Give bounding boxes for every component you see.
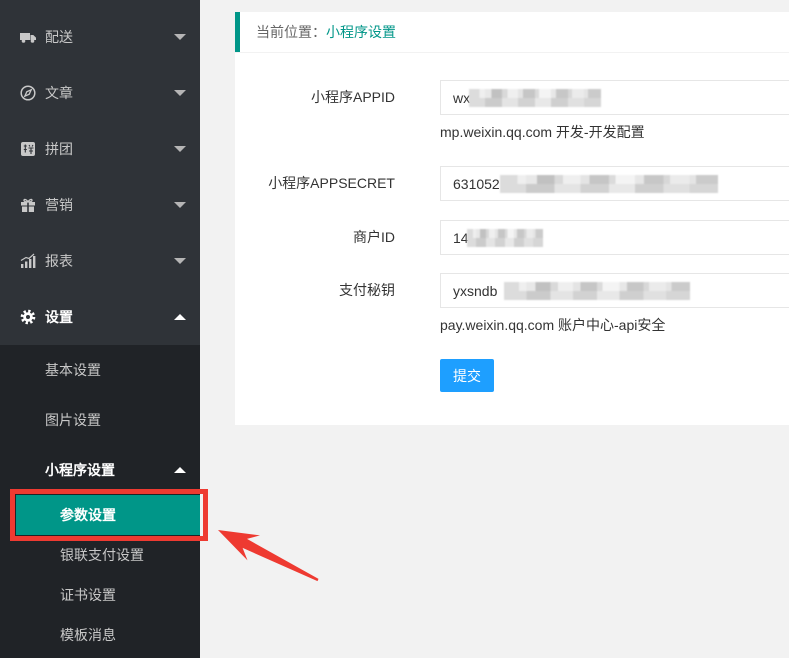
submit-button[interactable]: 提交: [440, 359, 494, 392]
sidebar-item-label: 文章: [45, 85, 73, 101]
chevron-down-icon: [174, 258, 186, 264]
truck-icon: [20, 29, 36, 45]
chevron-down-icon: [174, 90, 186, 96]
merchant-id-input[interactable]: [440, 220, 789, 255]
appsecret-field: [440, 166, 789, 201]
sidebar-item-label: 小程序设置: [45, 462, 115, 478]
sidebar: 配送 文章 拼团 营销 报表 设置 基本设置 图片设置 小程序设置 参数设置 银…: [0, 0, 200, 658]
breadcrumb: 当前位置：小程序设置: [235, 12, 789, 52]
sidebar-item-parameter-settings[interactable]: 参数设置: [0, 495, 200, 535]
chevron-up-icon: [174, 467, 186, 473]
sidebar-item-image-settings[interactable]: 图片设置: [0, 395, 200, 445]
appid-field: [440, 80, 789, 115]
main-content: 当前位置：小程序设置 小程序APPID mp.weixin.qq.com 开发-…: [200, 0, 789, 658]
sidebar-item-basic-settings[interactable]: 基本设置: [0, 345, 200, 395]
appsecret-label: 小程序APPSECRET: [268, 175, 395, 191]
miniprogram-settings-form: 小程序APPID mp.weixin.qq.com 开发-开发配置 小程序APP…: [235, 53, 789, 425]
payment-key-input[interactable]: [440, 273, 789, 308]
sidebar-item-articles[interactable]: 文章: [0, 65, 200, 121]
merchant-id-label: 商户ID: [353, 229, 395, 245]
appid-help-text: mp.weixin.qq.com 开发-开发配置: [440, 124, 645, 140]
merchant-id-field: [440, 220, 789, 255]
payment-key-help-text: pay.weixin.qq.com 账户中心-api安全: [440, 317, 666, 333]
chevron-down-icon: [174, 202, 186, 208]
appsecret-input[interactable]: [440, 166, 789, 201]
sidebar-item-reports[interactable]: 报表: [0, 233, 200, 289]
breadcrumb-current[interactable]: 小程序设置: [326, 24, 396, 40]
sidebar-item-label: 营销: [45, 197, 73, 213]
appid-label: 小程序APPID: [310, 89, 395, 105]
appid-input[interactable]: [440, 80, 789, 115]
sidebar-item-settings[interactable]: 设置: [0, 289, 200, 345]
sidebar-item-template-messages[interactable]: 模板消息: [0, 615, 200, 655]
chart-icon: [20, 253, 36, 269]
chevron-down-icon: [174, 146, 186, 152]
gift-icon: [20, 197, 36, 213]
group-buy-icon: [20, 141, 36, 157]
sidebar-item-marketing[interactable]: 营销: [0, 177, 200, 233]
sidebar-item-label: 设置: [45, 309, 73, 325]
settings-submenu: 基本设置 图片设置 小程序设置 参数设置 银联支付设置 证书设置 模板消息: [0, 345, 200, 658]
sidebar-item-delivery[interactable]: 配送: [0, 9, 200, 65]
sidebar-item-label: 配送: [45, 29, 73, 45]
compass-icon: [20, 85, 36, 101]
sidebar-item-group-buy[interactable]: 拼团: [0, 121, 200, 177]
gear-icon: [20, 309, 36, 325]
chevron-up-icon: [174, 314, 186, 320]
payment-key-field: [440, 273, 789, 308]
sidebar-item-label: 报表: [45, 253, 73, 269]
sidebar-item-miniprogram-settings[interactable]: 小程序设置: [0, 445, 200, 495]
payment-key-label: 支付秘钥: [339, 282, 395, 298]
breadcrumb-prefix: 当前位置：: [256, 24, 326, 40]
chevron-down-icon: [174, 34, 186, 40]
sidebar-item-certificate-settings[interactable]: 证书设置: [0, 575, 200, 615]
sidebar-item-unionpay-settings[interactable]: 银联支付设置: [0, 535, 200, 575]
sidebar-item-label: 拼团: [45, 141, 73, 157]
